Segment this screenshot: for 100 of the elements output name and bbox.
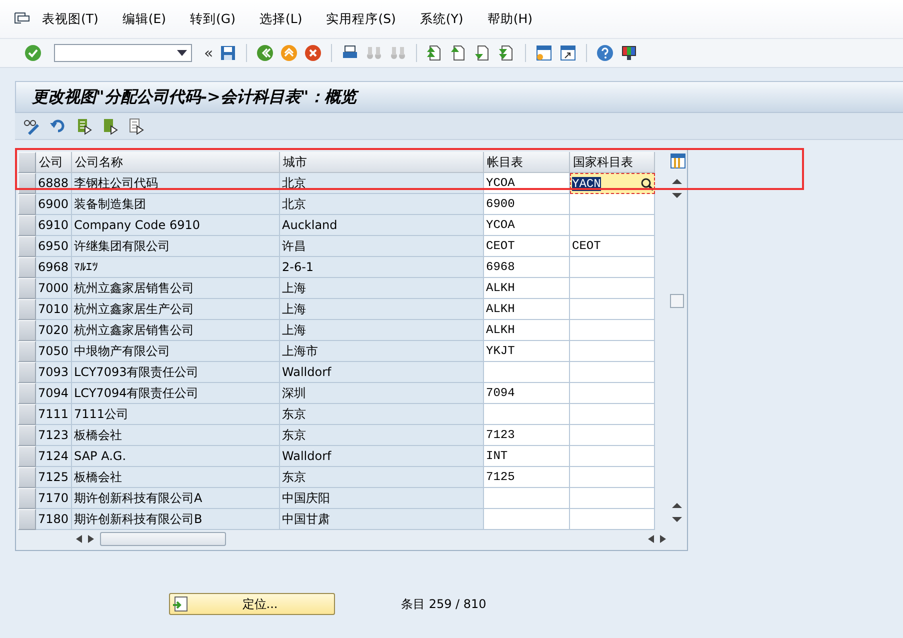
table-cell[interactable]: 7125 xyxy=(484,467,570,488)
table-cell[interactable]: 6968 xyxy=(484,257,570,278)
row-selector[interactable] xyxy=(18,320,36,341)
glasses-pencil-icon[interactable] xyxy=(23,117,41,135)
table-cell[interactable]: ALKH xyxy=(484,299,570,320)
table-cell: 期许创新科技有限公司A xyxy=(72,488,280,509)
table-cell[interactable] xyxy=(570,194,655,215)
table-cell: 板橋会社 xyxy=(72,467,280,488)
check-icon[interactable] xyxy=(24,44,42,62)
undo-icon[interactable] xyxy=(49,117,67,135)
table-cell[interactable] xyxy=(570,488,655,509)
table-cell[interactable] xyxy=(570,425,655,446)
table-cell[interactable] xyxy=(570,215,655,236)
row-selector[interactable] xyxy=(18,488,36,509)
table-cell[interactable] xyxy=(570,278,655,299)
row-selector[interactable] xyxy=(18,257,36,278)
row-selector[interactable] xyxy=(18,278,36,299)
scroll-left-icon[interactable] xyxy=(648,535,654,543)
menu-item[interactable]: 选择(L) xyxy=(248,4,314,34)
exit-icon[interactable] xyxy=(280,44,298,62)
table-cell[interactable]: 7094 xyxy=(484,383,570,404)
table-cell[interactable] xyxy=(570,383,655,404)
command-field[interactable] xyxy=(54,44,192,62)
table-cell-input[interactable]: YACN xyxy=(570,173,655,194)
column-header[interactable]: 公司 xyxy=(36,152,72,173)
table-cell[interactable] xyxy=(570,362,655,383)
table-cell[interactable] xyxy=(570,467,655,488)
back-icon[interactable] xyxy=(256,44,274,62)
table-cell[interactable]: CEOT xyxy=(484,236,570,257)
row-selector[interactable] xyxy=(18,425,36,446)
table-cell[interactable] xyxy=(570,509,655,530)
column-header[interactable]: 国家科目表 xyxy=(570,152,655,173)
table-cell[interactable] xyxy=(570,320,655,341)
row-selector[interactable] xyxy=(18,299,36,320)
menu-item[interactable]: 转到(G) xyxy=(178,4,248,34)
scroll-right-icon[interactable] xyxy=(660,535,666,543)
row-selector[interactable] xyxy=(18,215,36,236)
shortcut-icon[interactable] xyxy=(559,44,578,62)
monitor-icon[interactable] xyxy=(620,44,638,62)
save-icon[interactable] xyxy=(219,44,238,62)
back-label[interactable]: « xyxy=(204,44,214,62)
table-cell[interactable] xyxy=(484,488,570,509)
table-cell[interactable] xyxy=(484,509,570,530)
table-cell[interactable]: YCOA xyxy=(484,173,570,194)
table-cell[interactable] xyxy=(570,299,655,320)
menu-item[interactable]: 编辑(E) xyxy=(110,4,178,34)
select-all-icon[interactable] xyxy=(75,117,93,135)
scroll-left-icon[interactable] xyxy=(76,535,82,543)
select-all-cell[interactable] xyxy=(18,152,36,173)
column-settings-icon[interactable] xyxy=(670,153,686,169)
table-cell: Walldorf xyxy=(280,446,484,467)
row-selector[interactable] xyxy=(18,236,36,257)
deselect-icon[interactable] xyxy=(127,117,145,135)
table-cell[interactable]: CEOT xyxy=(570,236,655,257)
table-cell[interactable]: ALKH xyxy=(484,320,570,341)
row-selector[interactable] xyxy=(18,467,36,488)
table-cell[interactable] xyxy=(570,257,655,278)
scroll-down-icon[interactable] xyxy=(672,516,682,524)
help-icon[interactable] xyxy=(596,44,614,62)
row-selector[interactable] xyxy=(18,509,36,530)
column-header[interactable]: 城市 xyxy=(280,152,484,173)
scroll-up-icon[interactable] xyxy=(672,178,682,186)
table-cell: LCY7094有限责任公司 xyxy=(72,383,280,404)
menu-item[interactable]: 实用程序(S) xyxy=(314,4,408,34)
column-header[interactable]: 公司名称 xyxy=(72,152,280,173)
table-cell[interactable] xyxy=(570,404,655,425)
table-cell[interactable] xyxy=(570,341,655,362)
table-cell[interactable]: YCOA xyxy=(484,215,570,236)
scroll-down-icon[interactable] xyxy=(672,192,682,200)
row-selector[interactable] xyxy=(18,404,36,425)
table-cell[interactable]: YKJT xyxy=(484,341,570,362)
select-block-icon[interactable] xyxy=(101,117,119,135)
row-selector[interactable] xyxy=(18,194,36,215)
scroll-thumb[interactable] xyxy=(670,294,684,308)
scroll-right-icon[interactable] xyxy=(88,535,94,543)
row-selector[interactable] xyxy=(18,173,36,194)
scroll-up-icon[interactable] xyxy=(672,502,682,510)
scroll-thumb[interactable] xyxy=(100,532,226,546)
row-selector[interactable] xyxy=(18,446,36,467)
column-header[interactable]: 帐目表 xyxy=(484,152,570,173)
menu-item[interactable]: 帮助(H) xyxy=(475,4,544,34)
new-window-icon[interactable] xyxy=(535,44,554,62)
binoculars-icon[interactable] xyxy=(365,44,384,62)
menu-item[interactable]: 系统(Y) xyxy=(408,4,476,34)
table-cell[interactable] xyxy=(484,404,570,425)
menu-item[interactable]: 表视图(T) xyxy=(30,4,110,34)
search-icon[interactable] xyxy=(640,176,654,190)
table-cell[interactable]: 6900 xyxy=(484,194,570,215)
cancel-icon[interactable] xyxy=(304,44,322,62)
row-selector[interactable] xyxy=(18,341,36,362)
row-selector[interactable] xyxy=(18,383,36,404)
table-cell[interactable]: 7123 xyxy=(484,425,570,446)
table-cell[interactable] xyxy=(570,446,655,467)
binoculars-plus-icon[interactable] xyxy=(389,44,408,62)
position-button[interactable]: 定位... xyxy=(169,593,335,615)
table-cell[interactable]: INT xyxy=(484,446,570,467)
table-cell[interactable] xyxy=(484,362,570,383)
menu-icon[interactable] xyxy=(14,12,30,26)
table-cell[interactable]: ALKH xyxy=(484,278,570,299)
row-selector[interactable] xyxy=(18,362,36,383)
